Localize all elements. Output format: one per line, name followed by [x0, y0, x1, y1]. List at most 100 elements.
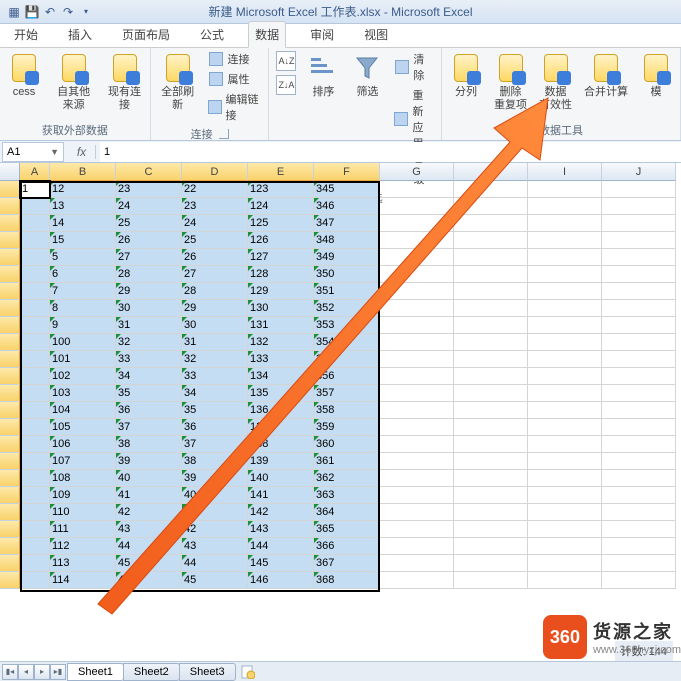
dataval-button[interactable]: 数据 有效性 [535, 50, 576, 114]
menu-tab-2[interactable]: 页面布局 [116, 22, 176, 47]
cell[interactable]: 29 [116, 283, 182, 300]
cell[interactable]: 38 [116, 436, 182, 453]
cell[interactable]: 27 [182, 266, 248, 283]
cell[interactable]: 356 [314, 368, 380, 385]
cell[interactable] [528, 436, 602, 453]
cell[interactable]: 133 [248, 351, 314, 368]
cell[interactable] [528, 453, 602, 470]
cell[interactable]: 128 [248, 266, 314, 283]
cell[interactable] [380, 300, 454, 317]
cell[interactable] [454, 504, 528, 521]
row-header[interactable] [0, 436, 20, 453]
t2c-button[interactable]: 分列 [446, 50, 486, 101]
cell[interactable] [380, 436, 454, 453]
cell[interactable]: 365 [314, 521, 380, 538]
clear-button[interactable]: 清除 [391, 50, 437, 84]
cell[interactable] [454, 487, 528, 504]
cell[interactable] [528, 385, 602, 402]
cell[interactable] [454, 215, 528, 232]
cell[interactable] [602, 334, 676, 351]
cell[interactable]: 361 [314, 453, 380, 470]
cell[interactable]: 138 [248, 436, 314, 453]
menu-tab-4[interactable]: 数据 [248, 21, 286, 48]
cell[interactable] [380, 317, 454, 334]
cell[interactable] [528, 521, 602, 538]
menu-tab-1[interactable]: 插入 [62, 22, 98, 47]
cell[interactable]: 39 [116, 453, 182, 470]
cell[interactable] [602, 402, 676, 419]
cell[interactable] [20, 283, 50, 300]
cell[interactable]: 14 [50, 215, 116, 232]
cell[interactable]: 1 [20, 181, 50, 198]
dialog-launcher-icon[interactable] [219, 129, 229, 139]
cell[interactable]: 127 [248, 249, 314, 266]
col-header-D[interactable]: D [182, 163, 248, 181]
cell[interactable]: 32 [116, 334, 182, 351]
cell[interactable]: 26 [116, 232, 182, 249]
cell[interactable]: 24 [116, 198, 182, 215]
cell[interactable]: 348 [314, 232, 380, 249]
cell[interactable] [528, 300, 602, 317]
cell[interactable] [528, 266, 602, 283]
cell[interactable]: 15 [50, 232, 116, 249]
cell[interactable] [380, 538, 454, 555]
cell[interactable]: 24 [182, 215, 248, 232]
row-header[interactable] [0, 198, 20, 215]
cell[interactable]: 362 [314, 470, 380, 487]
cell[interactable] [454, 385, 528, 402]
cell[interactable]: 45 [182, 572, 248, 589]
cell[interactable] [380, 419, 454, 436]
cell[interactable] [20, 470, 50, 487]
cell[interactable]: 137 [248, 419, 314, 436]
cell[interactable]: 355 [314, 351, 380, 368]
cell[interactable]: 25 [116, 215, 182, 232]
cell[interactable] [20, 351, 50, 368]
cell[interactable] [528, 215, 602, 232]
cell[interactable]: 33 [182, 368, 248, 385]
cell[interactable]: 107 [50, 453, 116, 470]
cell[interactable] [528, 487, 602, 504]
row-header[interactable] [0, 334, 20, 351]
row-header[interactable] [0, 232, 20, 249]
dropdown-icon[interactable]: ▼ [50, 147, 59, 157]
cell[interactable]: 26 [182, 249, 248, 266]
row-header[interactable] [0, 351, 20, 368]
row-header[interactable] [0, 181, 20, 198]
cell[interactable] [454, 572, 528, 589]
cell[interactable]: 36 [182, 419, 248, 436]
cell[interactable]: 41 [116, 487, 182, 504]
cell[interactable]: 354 [314, 334, 380, 351]
refresh-all-button[interactable]: 全部刷新 [155, 50, 201, 114]
col-header-I[interactable]: I [528, 163, 602, 181]
cell[interactable]: 352 [314, 300, 380, 317]
cell[interactable] [20, 521, 50, 538]
cell[interactable] [602, 555, 676, 572]
cell[interactable]: 109 [50, 487, 116, 504]
cell[interactable]: 45 [116, 555, 182, 572]
cell[interactable] [20, 436, 50, 453]
cell[interactable] [602, 419, 676, 436]
row-header[interactable] [0, 538, 20, 555]
cell[interactable]: 34 [182, 385, 248, 402]
cell[interactable]: 34 [116, 368, 182, 385]
row-header[interactable] [0, 368, 20, 385]
undo-icon[interactable]: ↶ [42, 4, 58, 20]
cell[interactable]: 124 [248, 198, 314, 215]
cell[interactable] [380, 181, 454, 198]
cell[interactable]: 139 [248, 453, 314, 470]
cell[interactable] [454, 351, 528, 368]
cell[interactable]: 32 [182, 351, 248, 368]
cell[interactable]: 9 [50, 317, 116, 334]
cell[interactable] [454, 266, 528, 283]
cell[interactable]: 136 [248, 402, 314, 419]
cell[interactable] [380, 198, 454, 215]
row-header[interactable] [0, 215, 20, 232]
cell[interactable] [602, 538, 676, 555]
cell[interactable] [380, 504, 454, 521]
cell[interactable]: 359 [314, 419, 380, 436]
row-header[interactable] [0, 317, 20, 334]
row-header[interactable] [0, 266, 20, 283]
cell[interactable] [602, 232, 676, 249]
cell[interactable]: 28 [182, 283, 248, 300]
cell[interactable] [454, 249, 528, 266]
